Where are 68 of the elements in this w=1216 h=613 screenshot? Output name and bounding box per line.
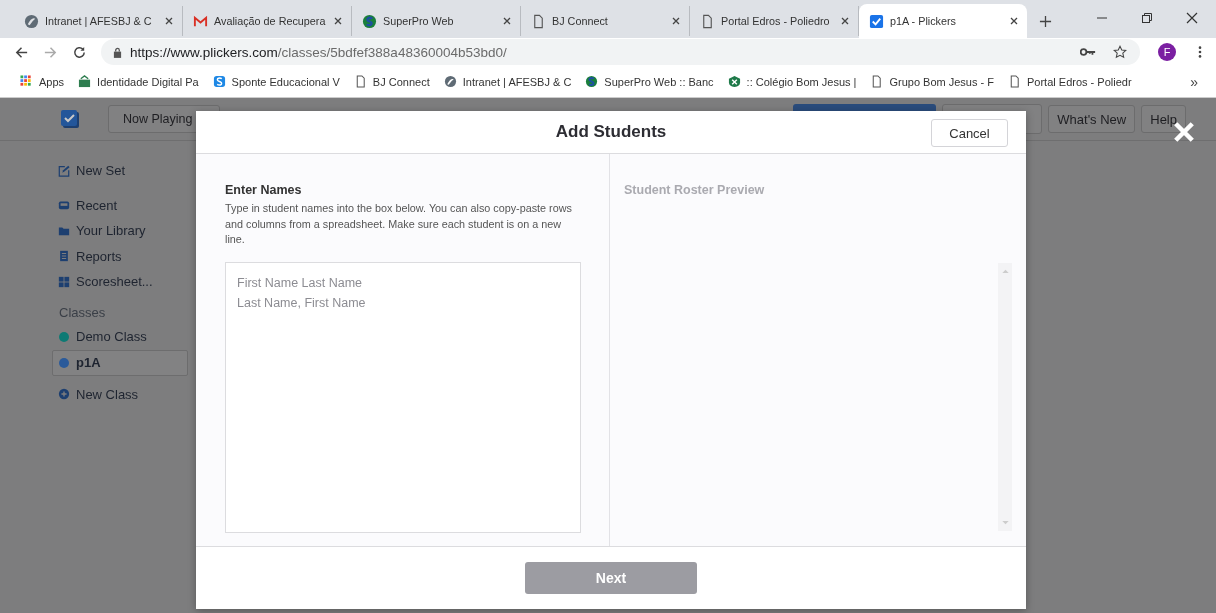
bookmark[interactable]: :: Colégio Bom Jesus | xyxy=(727,75,857,88)
browser-tab[interactable]: BJ Connect xyxy=(521,6,690,36)
key-icon[interactable] xyxy=(1080,45,1096,59)
bookmark[interactable]: Identidade Digital Pa xyxy=(78,75,199,88)
new-tab-icon[interactable] xyxy=(1039,15,1052,28)
instructions-text: Type in student names into the box below. You can also copy-paste rows and columns from a spreadsheet. Make sure each student is on a new line. xyxy=(225,201,573,247)
class-item[interactable]: Demo Class xyxy=(52,323,188,350)
cancel-button[interactable]: Cancel xyxy=(931,119,1008,147)
sidebar-item[interactable]: Recent xyxy=(52,192,188,218)
star-icon[interactable] xyxy=(1112,45,1128,59)
close-icon[interactable] xyxy=(1186,12,1198,24)
browser-tab[interactable]: Avaliação de Recupera xyxy=(183,6,352,36)
bookmark[interactable]: Portal Edros - Poliedr xyxy=(1008,75,1132,88)
shield-icon xyxy=(727,75,741,88)
bookmark[interactable]: SuperPro Web :: Banc xyxy=(585,75,714,88)
browser-tab[interactable]: Intranet | AFESBJ & C xyxy=(14,6,183,36)
bookmark[interactable]: BJ Connect xyxy=(353,75,430,88)
s-logo-icon xyxy=(362,13,377,29)
names-input-field[interactable]: First Name Last Name Last Name, First Name xyxy=(225,261,581,533)
dialog-title: Add Students xyxy=(555,122,667,142)
close-icon[interactable] xyxy=(840,16,850,26)
class-item[interactable]: p1A xyxy=(52,349,188,376)
close-icon[interactable] xyxy=(502,16,512,26)
edit-icon xyxy=(58,164,70,177)
nav-button[interactable]: What's New xyxy=(1048,105,1136,133)
nav-button[interactable]: Help xyxy=(1141,105,1186,133)
sidebar-item[interactable]: New Set xyxy=(52,158,188,184)
reload-icon[interactable] xyxy=(72,44,87,60)
sidebar-item[interactable]: Scoresheet... xyxy=(52,269,188,295)
menu-icon[interactable] xyxy=(1198,45,1202,59)
page-icon xyxy=(531,13,546,29)
lock-icon xyxy=(113,46,122,58)
close-icon[interactable] xyxy=(333,16,343,26)
browser-tab[interactable]: SuperPro Web xyxy=(352,6,521,36)
page-icon xyxy=(700,13,715,29)
plus-circle-icon xyxy=(58,388,70,401)
close-icon[interactable] xyxy=(164,16,174,26)
bookmark[interactable]: Apps xyxy=(20,75,65,88)
more-bookmarks[interactable]: » xyxy=(1190,73,1198,90)
sidebar-item[interactable]: Reports xyxy=(52,243,188,269)
document-icon xyxy=(58,250,70,263)
bookmark[interactable]: Grupo Bom Jesus - F xyxy=(870,75,994,88)
new-class-link[interactable]: New Class xyxy=(52,381,188,407)
leaf-icon xyxy=(443,75,457,88)
grid-icon xyxy=(20,75,33,88)
field-heading: Enter Names xyxy=(225,183,303,197)
close-icon[interactable] xyxy=(671,16,681,26)
grid-icon xyxy=(58,275,70,288)
restore-icon[interactable] xyxy=(1141,12,1153,24)
s-logo-icon xyxy=(212,75,226,88)
leaf-icon xyxy=(24,13,39,29)
envelope-m-icon xyxy=(193,13,208,29)
tray-icon xyxy=(58,199,70,212)
bookmark[interactable]: Sponte Educacional V xyxy=(212,75,340,88)
address-bar[interactable]: https://www.plickers.com/classes/5bdfef388a48360004b53bd0/ xyxy=(101,39,1140,65)
sidebar-item[interactable]: Your Library xyxy=(52,218,188,244)
browser-tab[interactable]: p1A - Plickers xyxy=(859,4,1027,38)
page-icon xyxy=(1008,75,1021,88)
section-heading: Classes xyxy=(59,304,107,320)
checkbox-icon xyxy=(869,13,884,29)
preview-heading: Student Roster Preview xyxy=(624,183,766,197)
logo-icon xyxy=(78,75,92,88)
s-logo-icon xyxy=(585,75,599,88)
checkbox-logo-icon[interactable] xyxy=(60,109,80,129)
close-icon[interactable] xyxy=(1009,16,1019,26)
profile-avatar[interactable]: F xyxy=(1158,43,1176,61)
bookmark[interactable]: Intranet | AFESBJ & C xyxy=(443,75,572,88)
page-icon xyxy=(870,75,884,88)
